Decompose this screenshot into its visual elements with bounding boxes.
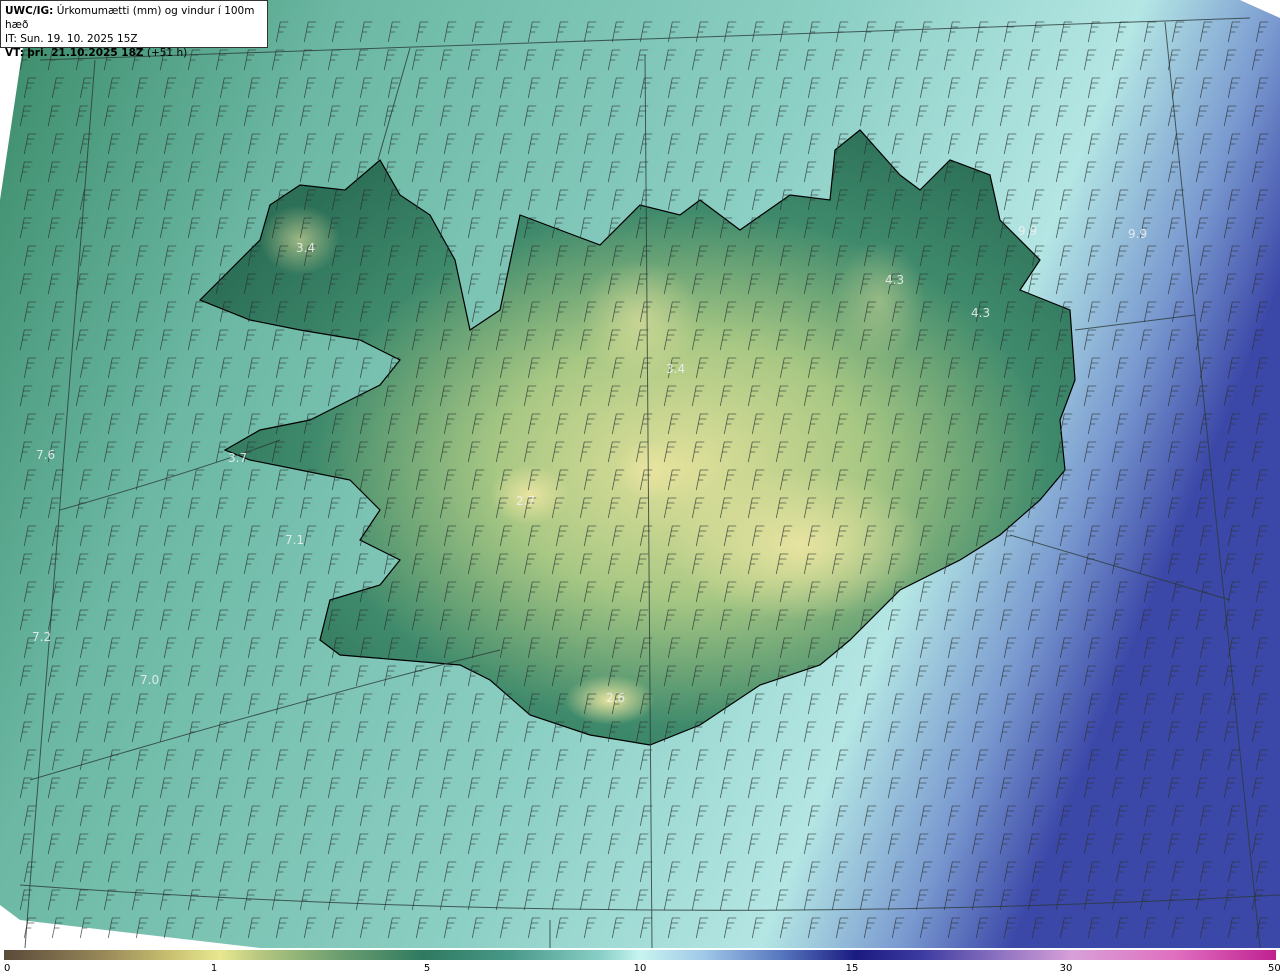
map-value-label: 7.6 (36, 448, 55, 462)
map-value-label: 3.4 (666, 362, 685, 376)
colorbar-tick: 1 (210, 963, 218, 974)
precipitation-colorbar (4, 950, 1276, 960)
map-value-label: 3.4 (296, 241, 315, 255)
init-time: IT: Sun. 19. 10. 2025 15Z (5, 33, 138, 45)
valid-time-label: VT: (5, 47, 24, 59)
vatnajokull-glacier (670, 470, 930, 620)
map-value-label: 7.0 (140, 673, 159, 687)
map-value-label: 7.2 (32, 630, 51, 644)
colorbar-tick: 30 (1059, 963, 1073, 974)
precipitation-wind-map: 3.4 3.4 4.3 4.3 9.9 9.9 7.6 3.7 2.7 7.1 … (0, 0, 1280, 948)
map-value-label: 2.7 (516, 494, 535, 508)
map-info-panel: UWC/IG: Úrkomumætti (mm) og vindur í 100… (0, 0, 268, 59)
northeast-highlands (835, 240, 925, 360)
map-value-label: 3.7 (228, 451, 247, 465)
product-code: UWC/IG: (5, 5, 54, 17)
map-value-label: 9.9 (1128, 227, 1147, 241)
westfjords-highlands (260, 205, 340, 275)
map-value-label: 4.3 (885, 273, 904, 287)
map-value-label: 7.1 (285, 533, 304, 547)
colorbar-tick: 50 (1268, 963, 1280, 974)
map-value-label: 9.9 (1018, 224, 1037, 238)
map-value-label: 4.3 (971, 306, 990, 320)
colorbar-tick: 5 (423, 963, 431, 974)
map-value-label: 2.6 (606, 691, 625, 705)
colorbar-tick: 10 (633, 963, 647, 974)
valid-time: þri. 21.10.2025 18Z (27, 47, 144, 59)
lead-time: (+51 h) (146, 47, 188, 59)
colorbar-tick: 15 (845, 963, 859, 974)
colorbar-tick: 0 (4, 963, 11, 974)
